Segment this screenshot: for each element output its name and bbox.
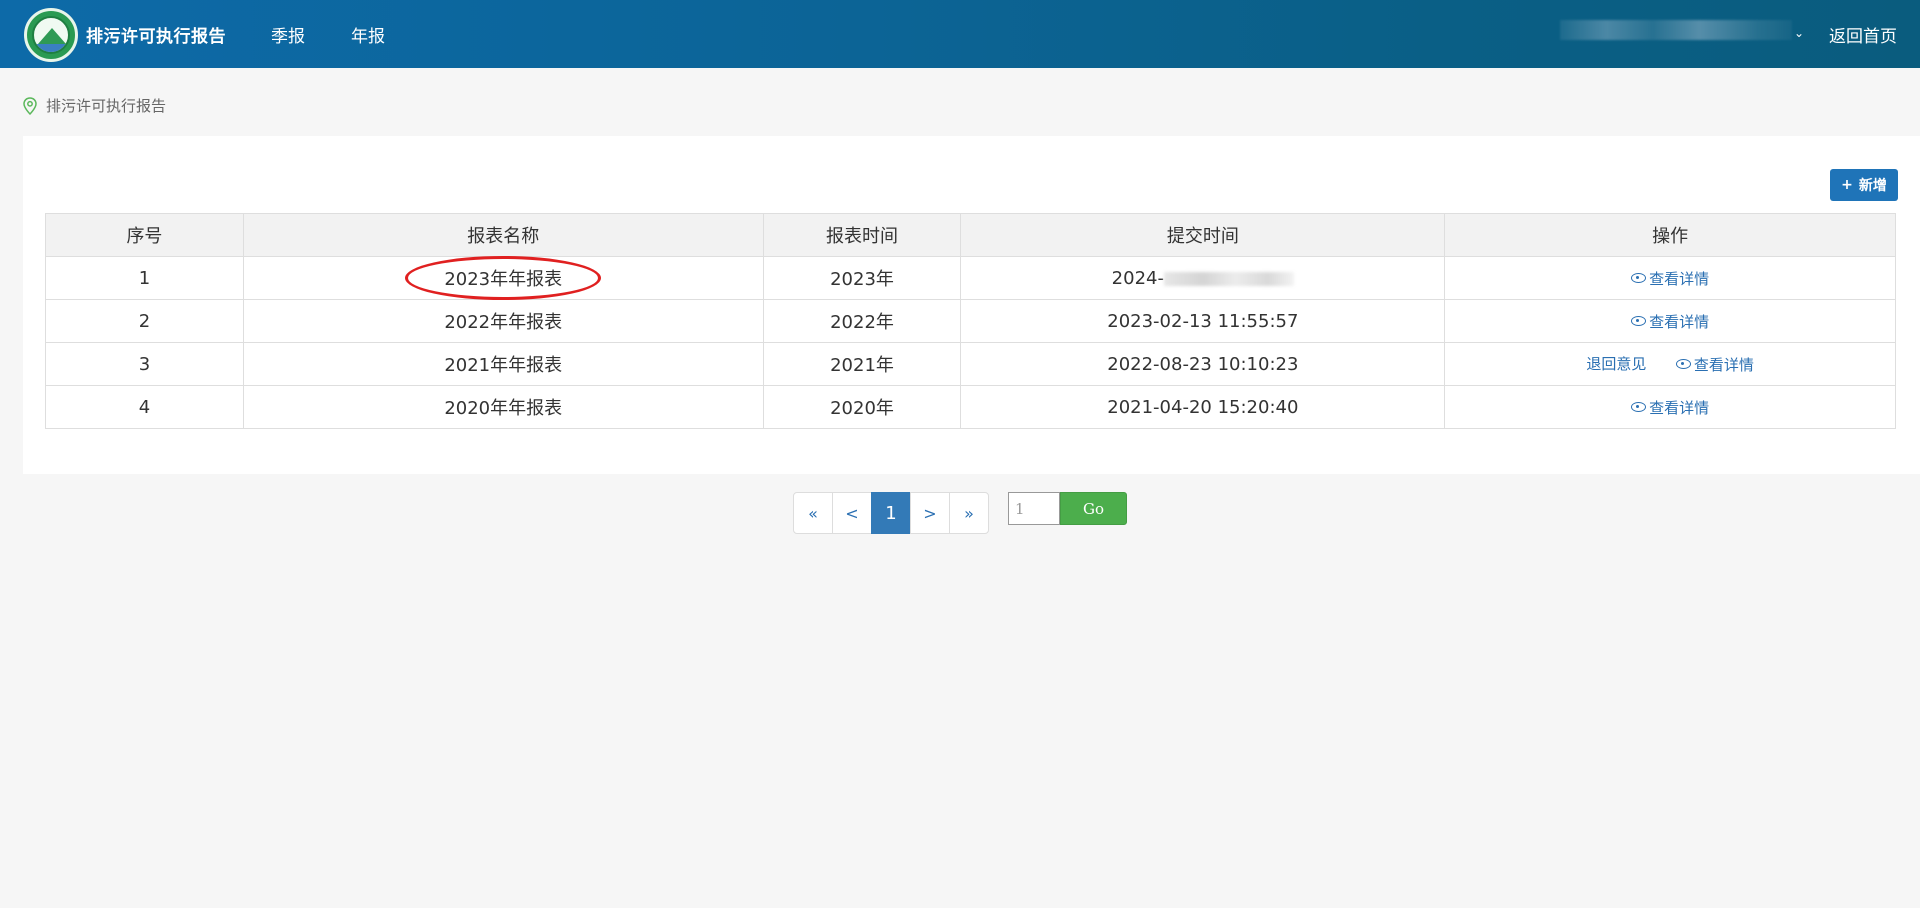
table-row: 1 2023年年报表 2023年 2024- 查看详情 bbox=[45, 256, 1896, 300]
page-first-button[interactable]: « bbox=[793, 492, 833, 534]
cell-name: 2020年年报表 bbox=[242, 385, 764, 429]
eye-icon bbox=[1631, 402, 1647, 413]
cell-period: 2020年 bbox=[762, 385, 962, 429]
cell-actions: 查看详情 bbox=[1444, 256, 1896, 300]
cell-submitted: 2024- bbox=[960, 256, 1446, 300]
cell-period: 2023年 bbox=[762, 256, 962, 300]
cell-actions: 查看详情 bbox=[1444, 385, 1896, 429]
chevron-down-icon[interactable]: ⌄ bbox=[1794, 26, 1804, 40]
cell-index: 1 bbox=[45, 256, 244, 300]
col-header-submitted: 提交时间 bbox=[960, 213, 1446, 257]
top-header: 排污许可执行报告 季报 年报 ⌄ 返回首页 bbox=[0, 0, 1920, 68]
cell-submitted: 2022-08-23 10:10:23 bbox=[960, 342, 1446, 386]
user-name-blurred[interactable] bbox=[1560, 20, 1792, 40]
cell-period: 2022年 bbox=[762, 299, 962, 343]
home-link[interactable]: 返回首页 bbox=[1829, 22, 1897, 47]
cell-index: 3 bbox=[45, 342, 244, 386]
red-highlight-circle bbox=[405, 256, 602, 300]
app-title: 排污许可执行报告 bbox=[86, 27, 226, 47]
blurred-timestamp bbox=[1163, 271, 1294, 286]
table-row: 3 2021年年报表 2021年 2022-08-23 10:10:23 退回意… bbox=[45, 342, 1896, 386]
view-details-link[interactable]: 查看详情 bbox=[1631, 268, 1709, 289]
view-details-label: 查看详情 bbox=[1649, 269, 1710, 288]
table-header-row: 序号 报表名称 报表时间 提交时间 操作 bbox=[45, 213, 1896, 257]
cell-submitted-text: 2024- bbox=[1111, 267, 1164, 289]
go-button[interactable]: Go bbox=[1060, 492, 1127, 525]
eye-icon bbox=[1631, 316, 1647, 327]
view-details-label: 查看详情 bbox=[1693, 355, 1754, 374]
report-table: 序号 报表名称 报表时间 提交时间 操作 1 2023年年报表 2023年 20… bbox=[45, 213, 1896, 429]
table-row: 4 2020年年报表 2020年 2021-04-20 15:20:40 查看详… bbox=[45, 385, 1896, 429]
cell-period: 2021年 bbox=[762, 342, 962, 386]
cell-index: 4 bbox=[45, 385, 244, 429]
cell-actions: 查看详情 bbox=[1444, 299, 1896, 343]
col-header-actions: 操作 bbox=[1444, 213, 1896, 257]
cell-name: 2021年年报表 bbox=[242, 342, 764, 386]
view-details-label: 查看详情 bbox=[1649, 398, 1710, 417]
table-row: 2 2022年年报表 2022年 2023-02-13 11:55:57 查看详… bbox=[45, 299, 1896, 343]
add-button[interactable]: + 新增 bbox=[1830, 169, 1898, 201]
nav-annual[interactable]: 年报 bbox=[351, 22, 385, 47]
goto-page-input[interactable] bbox=[1008, 492, 1060, 525]
pagination: « < 1 > » bbox=[793, 492, 989, 534]
eye-icon bbox=[1675, 359, 1691, 370]
cell-submitted: 2023-02-13 11:55:57 bbox=[960, 299, 1446, 343]
view-details-link[interactable]: 查看详情 bbox=[1675, 354, 1754, 375]
cell-name: 2023年年报表 bbox=[242, 256, 764, 300]
view-details-link[interactable]: 查看详情 bbox=[1631, 397, 1709, 418]
page-last-button[interactable]: » bbox=[949, 492, 989, 534]
page-prev-button[interactable]: < bbox=[832, 492, 872, 534]
return-opinion-link[interactable]: 退回意见 bbox=[1586, 353, 1646, 374]
page-current-button[interactable]: 1 bbox=[871, 492, 911, 534]
cell-index: 2 bbox=[45, 299, 244, 343]
cell-name: 2022年年报表 bbox=[242, 299, 764, 343]
col-header-name: 报表名称 bbox=[242, 213, 764, 257]
breadcrumb: 排污许可执行报告 bbox=[22, 95, 166, 116]
eye-icon bbox=[1631, 273, 1647, 284]
page-next-button[interactable]: > bbox=[910, 492, 950, 534]
nav-quarterly[interactable]: 季报 bbox=[271, 22, 305, 47]
breadcrumb-label: 排污许可执行报告 bbox=[46, 97, 167, 115]
cell-actions: 退回意见 查看详情 bbox=[1444, 342, 1896, 386]
add-button-label: 新增 bbox=[1858, 178, 1887, 194]
plus-icon: + bbox=[1841, 177, 1853, 193]
col-header-index: 序号 bbox=[45, 213, 244, 257]
location-pin-icon bbox=[23, 96, 37, 115]
cell-submitted: 2021-04-20 15:20:40 bbox=[960, 385, 1446, 429]
view-details-label: 查看详情 bbox=[1649, 312, 1710, 331]
view-details-link[interactable]: 查看详情 bbox=[1631, 311, 1709, 332]
logo-emblem-icon bbox=[24, 8, 78, 62]
col-header-period: 报表时间 bbox=[762, 213, 962, 257]
